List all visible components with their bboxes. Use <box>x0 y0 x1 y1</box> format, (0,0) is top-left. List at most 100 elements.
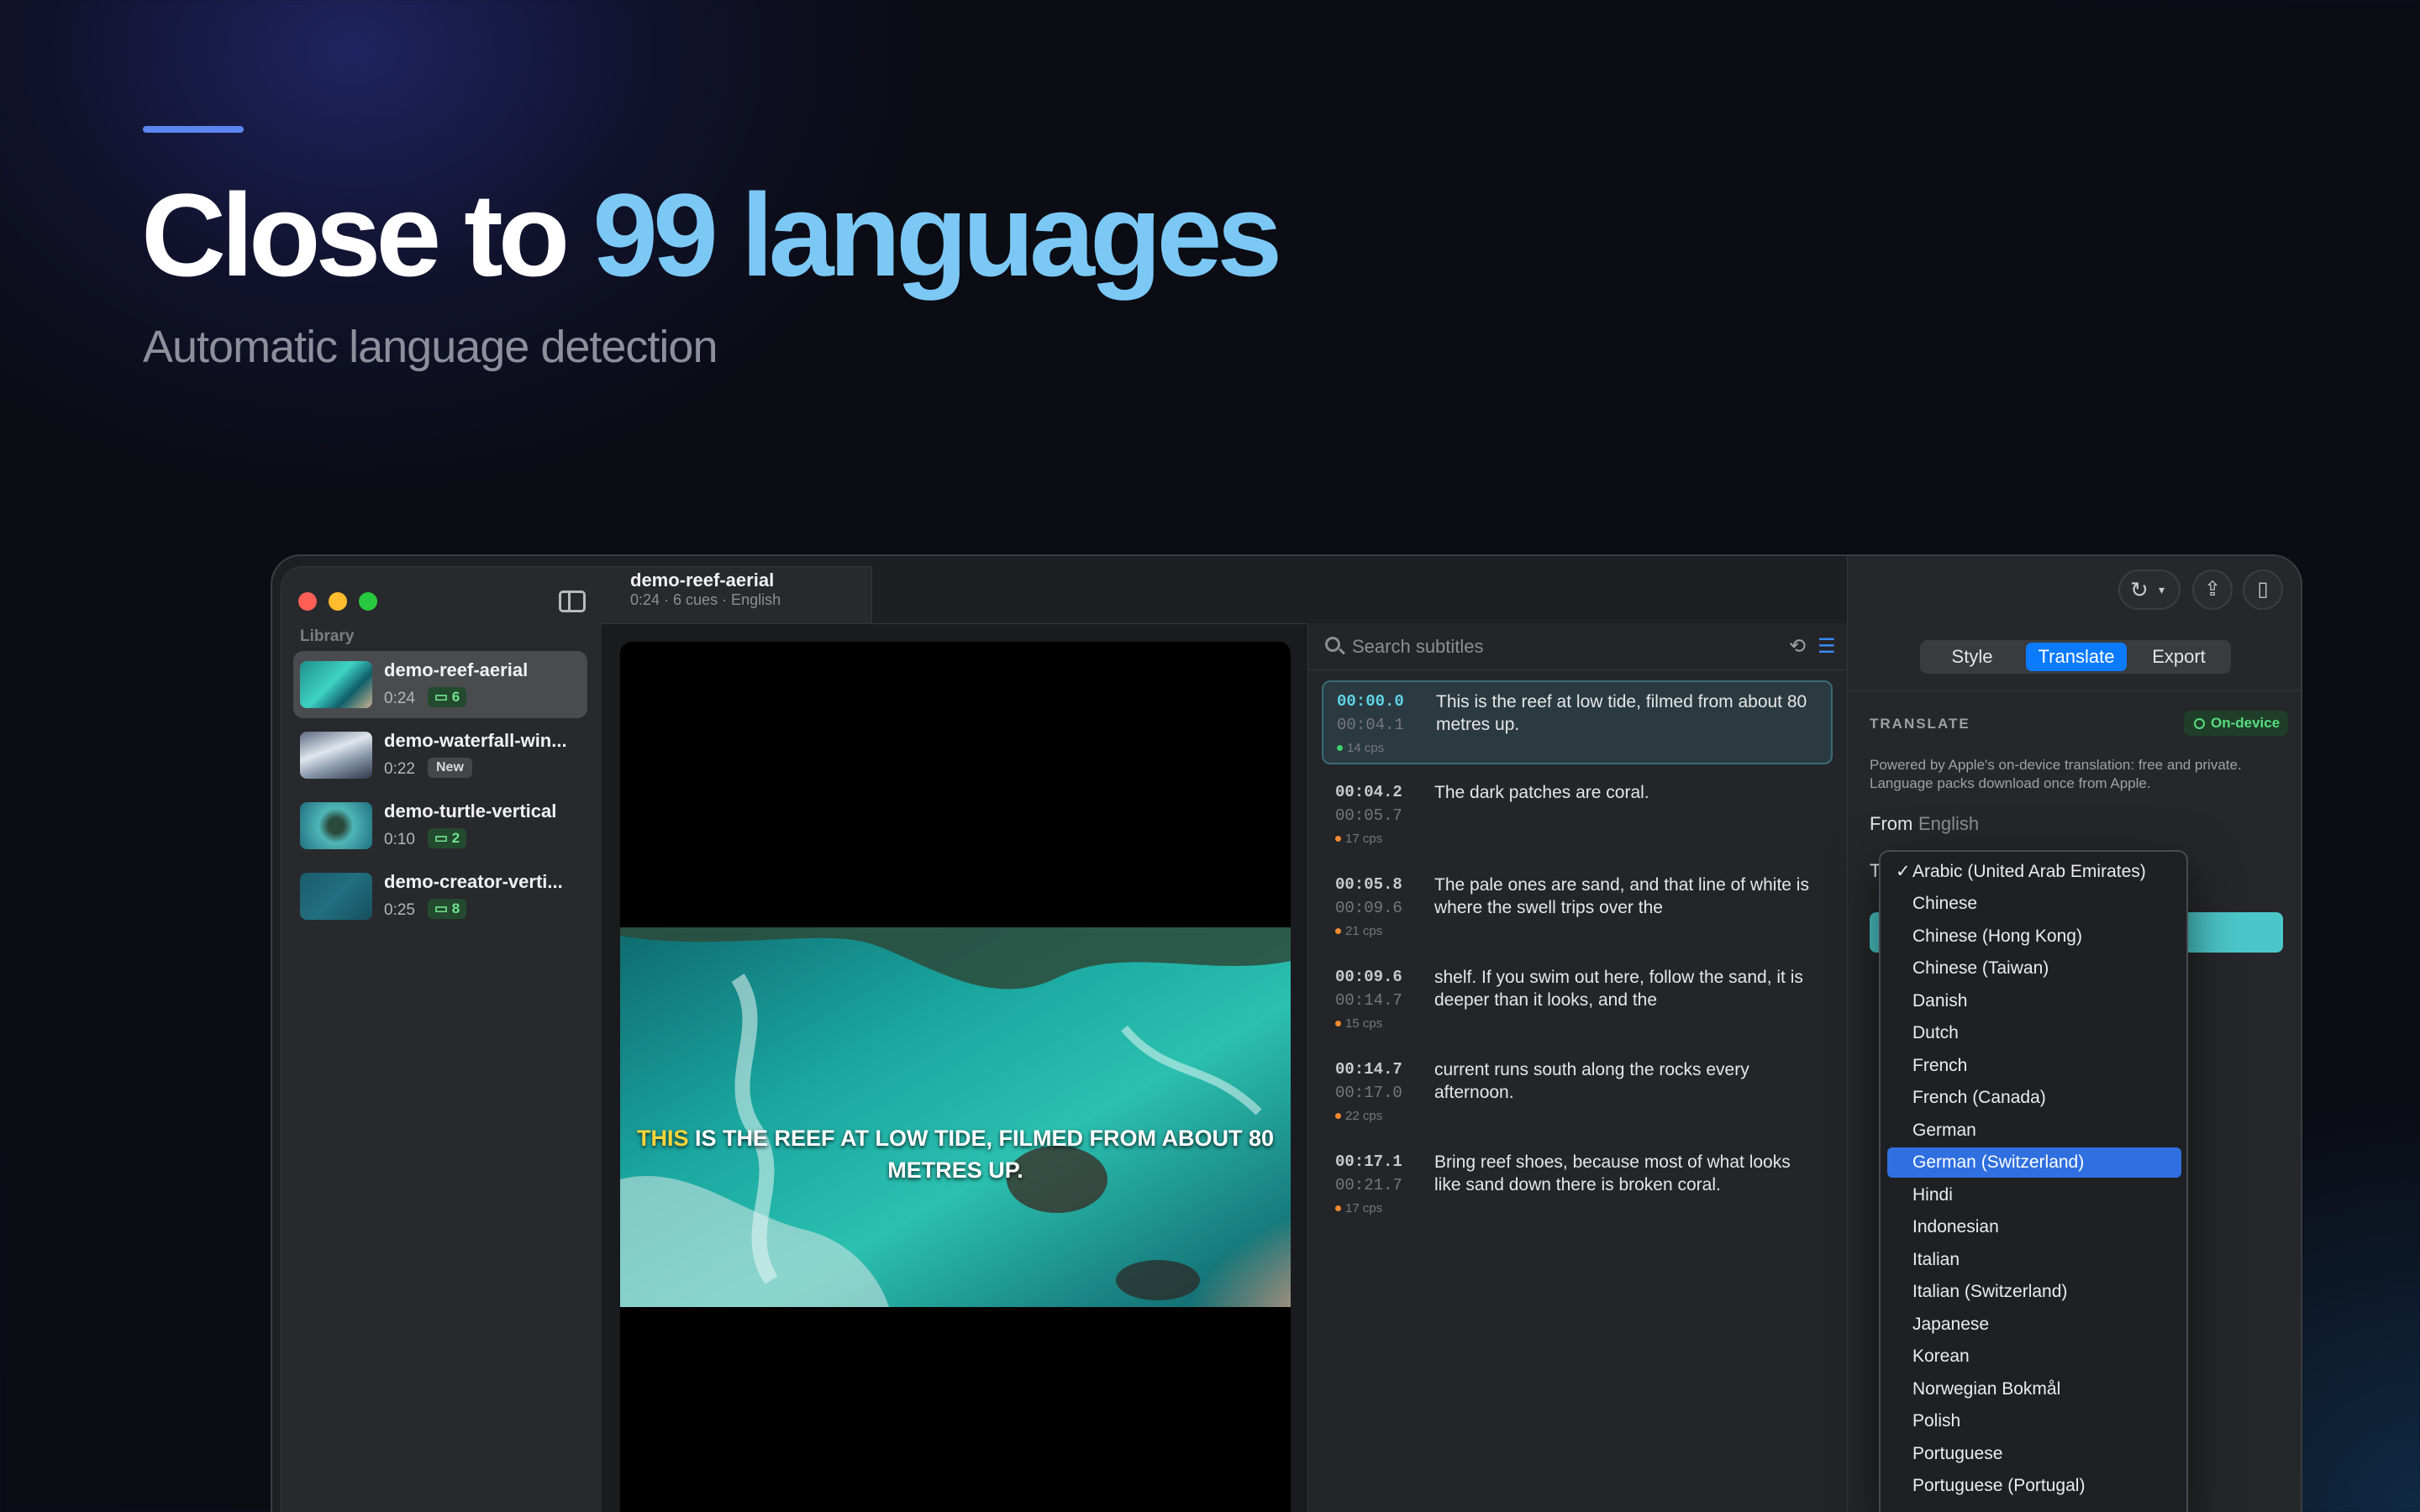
tab-translate[interactable]: Translate <box>2026 643 2127 671</box>
language-option[interactable]: French <box>1887 1051 2181 1081</box>
library-label: Library <box>300 627 355 645</box>
cue-count-badge: ▭ 2 <box>428 828 467 848</box>
language-option[interactable]: Portuguese <box>1887 1439 2181 1469</box>
reef-aerial-image <box>620 927 1291 1307</box>
cue-end-time: 00:05.7 <box>1335 806 1402 825</box>
cue-start-time: 00:05.8 <box>1335 875 1402 894</box>
cue-count-badge: ▭ 8 <box>428 899 467 919</box>
language-option[interactable]: Italian <box>1887 1245 2181 1275</box>
loop-icon[interactable]: ⟲ <box>1789 637 1806 657</box>
video-thumbnail <box>300 802 372 849</box>
share-button[interactable]: ⇪ <box>2192 570 2233 610</box>
cue-end-time: 00:21.7 <box>1335 1176 1402 1194</box>
cue-text[interactable]: current runs south along the rocks every… <box>1434 1058 1821 1104</box>
cue-row[interactable]: 00:17.1 00:21.7 17 cps Bring reef shoes,… <box>1322 1142 1833 1226</box>
language-option[interactable]: French (Canada) <box>1887 1083 2181 1113</box>
library-item-waterfall[interactable]: demo-waterfall-win... 0:22 New <box>293 722 587 789</box>
chevron-down-icon: ▾ <box>2159 583 2165 596</box>
zoom-window-button[interactable] <box>359 592 377 611</box>
cue-start-time: 00:14.7 <box>1335 1060 1402 1079</box>
refresh-menu-button[interactable]: ↻ ▾ <box>2118 570 2181 610</box>
library-item-duration: 0:24 <box>384 690 415 707</box>
library-item-duration: 0:10 <box>384 831 415 848</box>
cue-cps: 22 cps <box>1335 1109 1382 1123</box>
cue-end-time: 00:14.7 <box>1335 991 1402 1010</box>
video-frame: THIS IS THE REEF AT LOW TIDE, FILMED FRO… <box>620 927 1291 1307</box>
language-option[interactable]: Indonesian <box>1887 1212 2181 1242</box>
library-item-turtle[interactable]: demo-turtle-vertical 0:10 ▭ 2 <box>293 792 587 859</box>
cue-end-time: 00:17.0 <box>1335 1084 1402 1102</box>
headline-prefix: Close to <box>141 169 593 301</box>
cue-end-time: 00:04.1 <box>1337 716 1404 734</box>
cue-cps: 21 cps <box>1335 924 1382 938</box>
powered-by-text: Powered by Apple's on-device translation… <box>1870 757 2242 791</box>
list-icon[interactable]: ☰ <box>1818 637 1836 657</box>
library-item-name: demo-reef-aerial <box>384 659 529 680</box>
from-language-value: English <box>1918 813 1980 834</box>
cue-start-time: 00:00.0 <box>1337 692 1404 711</box>
library-item-reef-aerial[interactable]: demo-reef-aerial 0:24 ▭ 6 <box>293 651 587 718</box>
share-icon: ⇪ <box>2203 578 2222 601</box>
language-option[interactable]: Portuguese (Portugal) <box>1887 1471 2181 1501</box>
sidebar-right-icon: ▯ <box>2257 578 2269 601</box>
tab-style[interactable]: Style <box>1923 643 2021 671</box>
cue-text[interactable]: Bring reef shoes, because most of what l… <box>1434 1151 1821 1196</box>
cue-count-badge: ▭ 6 <box>428 687 467 707</box>
language-option[interactable]: Hindi <box>1887 1180 2181 1210</box>
checkmark-icon: ✓ <box>1896 862 1911 881</box>
cue-end-time: 00:09.6 <box>1335 899 1402 917</box>
language-option[interactable]: Chinese (Hong Kong) <box>1887 921 2181 952</box>
language-option[interactable]: Korean <box>1887 1341 2181 1372</box>
language-dropdown-menu: ✓ Arabic (United Arab Emirates) Chinese C… <box>1879 850 2188 1512</box>
language-option[interactable]: ✓ Arabic (United Arab Emirates) <box>1887 857 2181 887</box>
file-title: demo-reef-aerial <box>630 570 775 591</box>
cue-row[interactable]: 00:00.0 00:04.1 14 cps This is the reef … <box>1322 680 1833 764</box>
from-label: From <box>1870 813 1913 834</box>
close-window-button[interactable] <box>298 592 317 611</box>
cue-text[interactable]: shelf. If you swim out here, follow the … <box>1434 966 1821 1011</box>
inspector-tabs: Style Translate Export <box>1920 640 2231 674</box>
library-item-name: demo-creator-verti... <box>384 871 563 892</box>
language-option[interactable]: Polish <box>1887 1406 2181 1436</box>
minimize-window-button[interactable] <box>329 592 347 611</box>
language-option-highlighted[interactable]: German (Switzerland) <box>1887 1147 2181 1178</box>
search-input[interactable] <box>1352 632 1739 662</box>
sidebar-toggle-icon[interactable] <box>559 591 586 612</box>
library-item-duration: 0:22 <box>384 760 415 778</box>
video-player[interactable]: THIS IS THE REEF AT LOW TIDE, FILMED FRO… <box>620 642 1291 1512</box>
language-option[interactable]: Italian (Switzerland) <box>1887 1277 2181 1307</box>
cps-indicator-icon <box>1335 1113 1341 1119</box>
cue-row[interactable]: 00:05.8 00:09.6 21 cps The pale ones are… <box>1322 865 1833 949</box>
language-option[interactable]: German <box>1887 1116 2181 1146</box>
tab-export[interactable]: Export <box>2130 643 2228 671</box>
language-option[interactable]: Norwegian Bokmål <box>1887 1374 2181 1404</box>
on-device-badge: On-device <box>2184 711 2289 736</box>
language-option[interactable]: Danish <box>1887 986 2181 1016</box>
headline: Close to 99 languages <box>141 168 1282 302</box>
comment-icon: ▭ <box>434 830 452 846</box>
cps-indicator-icon <box>1335 1205 1341 1211</box>
cue-row[interactable]: 00:04.2 00:05.7 17 cps The dark patches … <box>1322 773 1833 857</box>
cue-text[interactable]: The pale ones are sand, and that line of… <box>1434 874 1821 919</box>
refresh-icon: ↻ <box>2130 577 2149 602</box>
cue-row[interactable]: 00:09.6 00:14.7 15 cps shelf. If you swi… <box>1322 958 1833 1042</box>
library-item-creator[interactable]: demo-creator-verti... 0:25 ▭ 8 <box>293 863 587 930</box>
cue-list-panel: ⟲ ☰ 00:00.0 00:04.1 14 cps This is the r… <box>1307 623 1848 1512</box>
headline-highlight: 99 languages <box>592 169 1282 301</box>
language-option[interactable]: Japanese <box>1887 1310 2181 1340</box>
language-option[interactable]: Chinese <box>1887 889 2181 919</box>
cps-indicator-icon <box>1335 928 1341 934</box>
cue-text[interactable]: The dark patches are coral. <box>1434 781 1821 804</box>
cue-start-time: 00:04.2 <box>1335 783 1402 801</box>
file-meta: 0:24 · 6 cues · English <box>630 591 781 608</box>
cue-cps: 17 cps <box>1335 832 1382 846</box>
section-title: TRANSLATE <box>1870 716 1970 732</box>
comment-icon: ▭ <box>434 689 452 705</box>
cue-row[interactable]: 00:14.7 00:17.0 22 cps current runs sout… <box>1322 1050 1833 1134</box>
language-option[interactable]: Dutch <box>1887 1018 2181 1048</box>
subheadline: Automatic language detection <box>143 322 718 372</box>
language-option[interactable]: Chinese (Taiwan) <box>1887 953 2181 984</box>
new-badge: New <box>428 758 472 778</box>
inspector-toggle-button[interactable]: ▯ <box>2243 570 2283 610</box>
cue-text[interactable]: This is the reef at low tide, filmed fro… <box>1436 690 1823 736</box>
